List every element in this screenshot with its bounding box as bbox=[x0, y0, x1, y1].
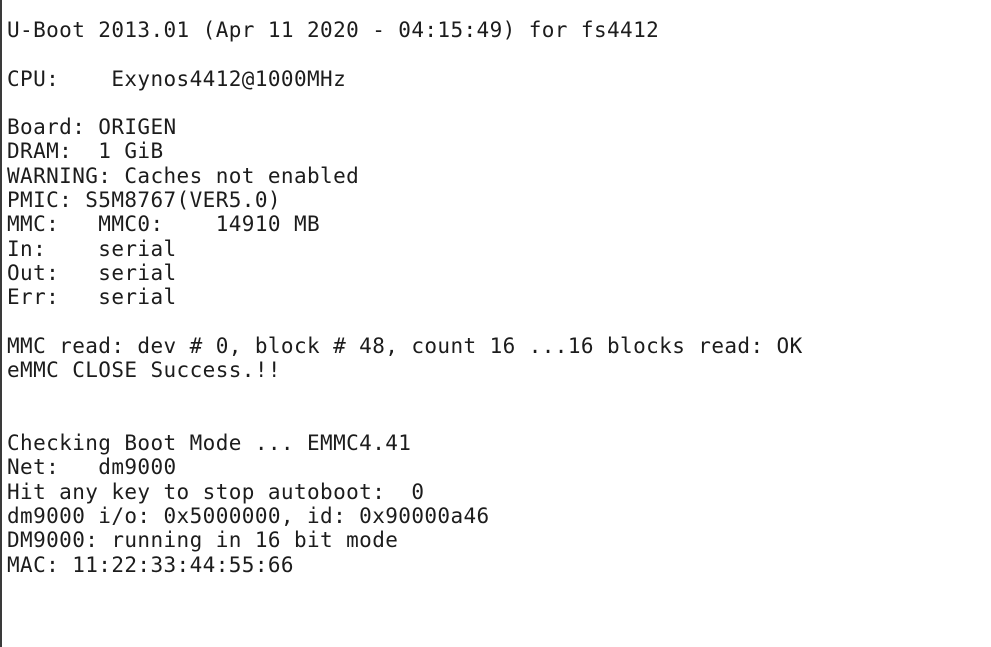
serial-console[interactable]: U-Boot 2013.01 (Apr 11 2020 - 04:15:49) … bbox=[0, 0, 991, 647]
console-line-cpu: CPU: Exynos4412@1000MHz bbox=[7, 66, 347, 91]
console-line-mmc: MMC: MMC0: 14910 MB bbox=[7, 212, 321, 237]
console-line-autoboot: Hit any key to stop autoboot: 0 bbox=[7, 479, 425, 504]
console-line-err: Err: serial bbox=[7, 285, 177, 310]
console-line-mmc-read: MMC read: dev # 0, block # 48, count 16 … bbox=[7, 333, 803, 358]
console-line-uboot-version: U-Boot 2013.01 (Apr 11 2020 - 04:15:49) … bbox=[7, 18, 660, 42]
console-line-warning: WARNING: Caches not enabled bbox=[7, 163, 360, 188]
console-line-net: Net: dm9000 bbox=[7, 455, 177, 480]
console-line-pmic: PMIC: S5M8767(VER5.0) bbox=[7, 188, 281, 213]
console-line-dm9000-io: dm9000 i/o: 0x5000000, id: 0x90000a46 bbox=[7, 503, 490, 528]
console-line-boot-mode: Checking Boot Mode ... EMMC4.41 bbox=[7, 431, 412, 456]
console-line-in: In: serial bbox=[7, 236, 177, 261]
console-line-mac: MAC: 11:22:33:44:55:66 bbox=[7, 552, 294, 577]
console-line-out: Out: serial bbox=[7, 260, 177, 285]
console-line-emmc-close: eMMC CLOSE Success.!! bbox=[7, 358, 281, 383]
console-line-dm9000-mode: DM9000: running in 16 bit mode bbox=[7, 528, 399, 553]
console-line-board: Board: ORIGEN bbox=[7, 115, 177, 140]
console-line-dram: DRAM: 1 GiB bbox=[7, 139, 164, 164]
